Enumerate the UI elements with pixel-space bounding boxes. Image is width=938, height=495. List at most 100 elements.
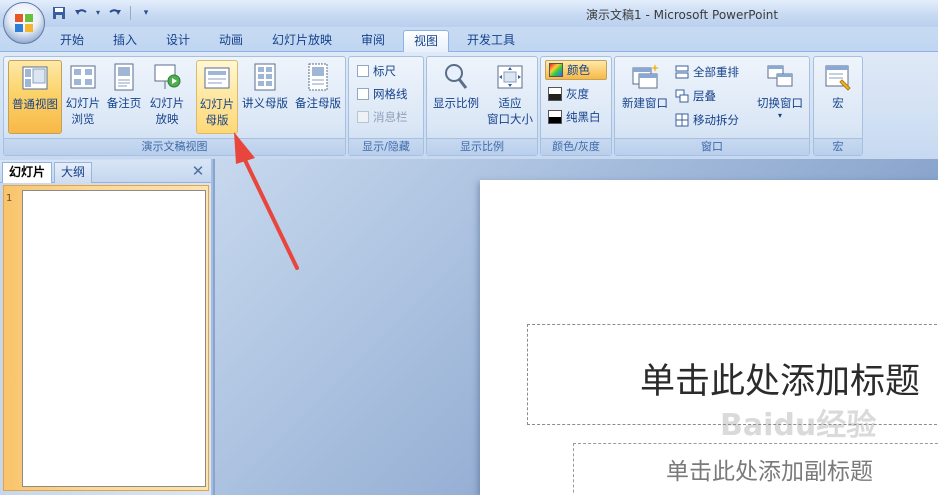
undo-dropdown-icon[interactable]: ▾	[94, 4, 102, 21]
color-label: 颜色	[567, 63, 590, 77]
ribbon-tabs: 开始 插入 设计 动画 幻灯片放映 审阅 视图 开发工具	[0, 27, 938, 52]
black-white-swatch-icon	[548, 110, 562, 124]
fit-window-label-1: 适应	[498, 96, 522, 110]
move-split-button[interactable]: 移动拆分	[675, 110, 739, 130]
slide-master-label-2: 母版	[205, 113, 229, 127]
subtitle-placeholder-text: 单击此处添加副标题	[666, 459, 873, 485]
slide-show-label-2: 放映	[155, 112, 179, 126]
subtitle-placeholder[interactable]: 单击此处添加副标题	[573, 443, 938, 495]
cascade-icon	[675, 89, 689, 103]
qat-separator	[130, 5, 131, 20]
normal-view-label: 普通视图	[12, 97, 58, 111]
slide-show-label-1: 幻灯片	[149, 96, 185, 110]
notes-master-button[interactable]: 备注母版	[292, 60, 344, 134]
tab-insert[interactable]: 插入	[107, 30, 143, 52]
redo-icon[interactable]	[106, 4, 124, 21]
gridlines-label: 网格线	[373, 87, 408, 101]
office-button[interactable]	[3, 2, 45, 44]
switch-windows-dropdown-icon: ▾	[777, 111, 782, 120]
macros-button[interactable]: 宏	[818, 60, 858, 134]
normal-view-button[interactable]: 普通视图	[8, 60, 62, 134]
slide-show-button[interactable]: 幻灯片 放映	[145, 60, 189, 134]
magnifier-icon	[445, 64, 468, 89]
group-macros: 宏 宏	[813, 56, 863, 156]
fit-window-icon	[497, 65, 523, 89]
group-zoom: 显示比例 适应 窗口大小 显示比例	[426, 56, 538, 156]
new-window-button[interactable]: 新建窗口	[618, 60, 672, 134]
slide-master-button[interactable]: 幻灯片 母版	[196, 60, 238, 134]
slide-thumbnail[interactable]	[22, 190, 206, 487]
notes-page-label: 备注页	[106, 96, 142, 110]
switch-windows-label: 切换窗口	[757, 96, 803, 110]
slides-panel: 幻灯片 大纲 ✕ 1	[0, 159, 213, 495]
group-label-presentation-views: 演示文稿视图	[4, 138, 345, 155]
ruler-check-icon	[357, 65, 369, 77]
office-logo-icon	[15, 14, 33, 32]
black-white-label: 纯黑白	[566, 110, 601, 124]
notes-master-icon	[308, 63, 328, 91]
grayscale-button[interactable]: 灰度	[548, 84, 589, 104]
watermark: Baidu经验	[720, 408, 877, 443]
group-presentation-views: 普通视图 幻灯片 浏览 备注页 幻灯片 放映 幻灯片 母版 讲义母版 备注母版	[3, 56, 346, 156]
new-window-label: 新建窗口	[622, 96, 668, 110]
handout-master-icon	[254, 63, 276, 91]
close-icon[interactable]: ✕	[190, 163, 206, 179]
slide-sorter-label-1: 幻灯片	[65, 96, 101, 110]
fit-window-label-2: 窗口大小	[487, 112, 533, 126]
arrange-all-label: 全部重排	[693, 65, 739, 79]
gridlines-check-icon	[357, 88, 369, 100]
group-color-grayscale: 颜色 灰度 纯黑白 颜色/灰度	[540, 56, 612, 156]
color-button[interactable]: 颜色	[545, 60, 607, 80]
notes-page-button[interactable]: 备注页	[104, 60, 144, 134]
tab-developer[interactable]: 开发工具	[461, 30, 521, 52]
grayscale-label: 灰度	[566, 87, 589, 101]
customize-qat-icon[interactable]: ▾	[137, 4, 155, 21]
group-label-show-hide: 显示/隐藏	[349, 138, 423, 155]
tab-home[interactable]: 开始	[54, 30, 90, 52]
ribbon: 普通视图 幻灯片 浏览 备注页 幻灯片 放映 幻灯片 母版 讲义母版 备注母版	[0, 51, 938, 159]
cascade-button[interactable]: 层叠	[675, 86, 716, 106]
gridlines-checkbox[interactable]: 网格线	[357, 84, 408, 104]
slide[interactable]: 单击此处添加标题 单击此处添加副标题	[480, 180, 938, 495]
quick-access-toolbar: ▾ ▾	[50, 4, 155, 21]
save-icon[interactable]	[50, 4, 68, 21]
arrange-all-button[interactable]: 全部重排	[675, 62, 739, 82]
undo-icon[interactable]	[72, 4, 90, 21]
tab-design[interactable]: 设计	[160, 30, 196, 52]
slide-sorter-button[interactable]: 幻灯片 浏览	[63, 60, 103, 134]
cascade-label: 层叠	[693, 89, 716, 103]
message-bar-label: 消息栏	[373, 110, 408, 124]
group-window: 新建窗口 全部重排 层叠 移动拆分 切换窗口 ▾ 窗口	[614, 56, 810, 156]
slide-sorter-icon	[70, 65, 96, 89]
panel-tabs: 幻灯片 大纲 ✕	[0, 160, 211, 183]
tab-review[interactable]: 审阅	[355, 30, 391, 52]
black-white-button[interactable]: 纯黑白	[548, 107, 601, 127]
switch-windows-icon	[767, 65, 793, 87]
handout-master-button[interactable]: 讲义母版	[239, 60, 291, 134]
fit-to-window-button[interactable]: 适应 窗口大小	[485, 60, 535, 134]
arrange-all-icon	[675, 65, 689, 79]
ruler-checkbox[interactable]: 标尺	[357, 61, 396, 81]
tab-slideshow[interactable]: 幻灯片放映	[266, 30, 338, 52]
ruler-label: 标尺	[373, 64, 396, 78]
window-title: 演示文稿1 - Microsoft PowerPoint	[586, 8, 779, 22]
grayscale-swatch-icon	[548, 87, 562, 101]
new-window-icon	[632, 64, 659, 89]
color-swatch-icon	[549, 63, 563, 77]
zoom-button[interactable]: 显示比例	[429, 60, 483, 134]
zoom-label: 显示比例	[433, 96, 479, 110]
group-show-hide: 标尺 网格线 消息栏 显示/隐藏	[348, 56, 424, 156]
tab-slides-panel[interactable]: 幻灯片	[2, 162, 53, 183]
macros-icon	[825, 65, 851, 91]
tab-animations[interactable]: 动画	[213, 30, 249, 52]
normal-view-icon	[22, 66, 48, 90]
tab-outline-panel[interactable]: 大纲	[54, 162, 93, 183]
tab-view[interactable]: 视图	[403, 30, 449, 52]
group-label-zoom: 显示比例	[427, 138, 537, 155]
slide-master-label-1: 幻灯片	[199, 97, 235, 111]
switch-windows-button[interactable]: 切换窗口 ▾	[753, 60, 807, 134]
title-placeholder-text: 单击此处添加标题	[640, 362, 921, 402]
macros-label: 宏	[832, 96, 844, 110]
message-bar-checkbox: 消息栏	[357, 107, 408, 127]
group-label-macros: 宏	[814, 138, 862, 155]
